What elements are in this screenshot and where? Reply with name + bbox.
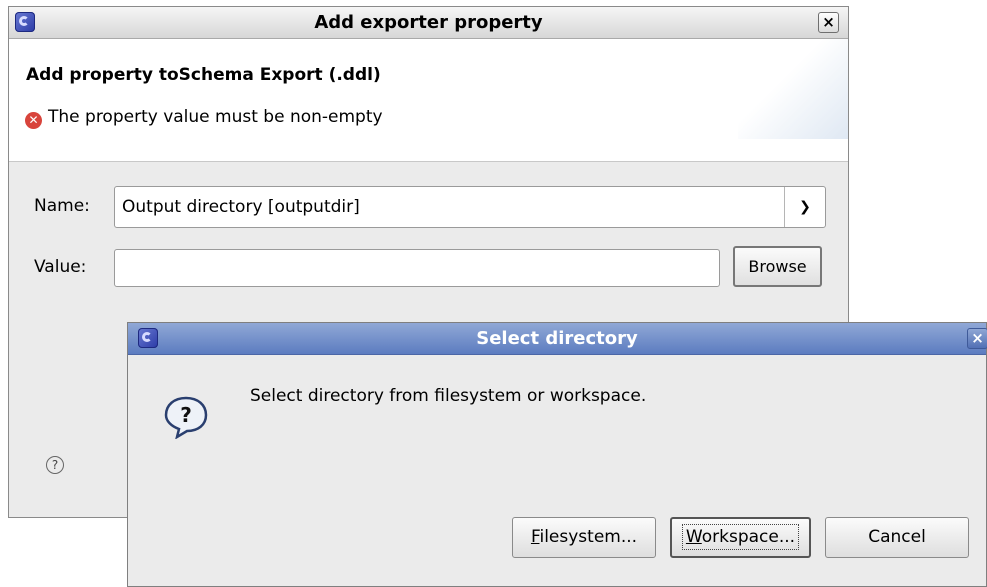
question-icon: ? (164, 396, 208, 439)
chevron-down-icon[interactable]: ❯ (784, 187, 825, 227)
window-title: Add exporter property (314, 12, 543, 33)
cancel-button[interactable]: Cancel (825, 517, 969, 558)
filesystem-label: ilesystem... (539, 527, 638, 547)
name-combo[interactable]: Output directory [outputdir] ❯ (114, 186, 826, 228)
mnemonic-w: W (685, 527, 702, 547)
close-button[interactable]: × (967, 328, 987, 349)
header-banner-graphic (738, 39, 848, 139)
value-label: Value: (34, 257, 87, 277)
close-button[interactable]: × (818, 12, 839, 33)
window-title: Select directory (476, 328, 638, 349)
focus-ring: Workspace... (681, 524, 800, 550)
workspace-button[interactable]: Workspace... (670, 517, 811, 558)
dialog-message: Select directory from filesystem or work… (250, 386, 647, 406)
browse-button[interactable]: Browse (733, 246, 822, 287)
name-label: Name: (34, 196, 90, 216)
error-text: The property value must be non-empty (48, 107, 383, 127)
select-directory-dialog: Select directory × ? Select directory fr… (127, 322, 987, 587)
dialog-header-title: Add property toSchema Export (.ddl) (26, 65, 381, 85)
title-bar[interactable]: Add exporter property × (9, 7, 848, 39)
title-bar[interactable]: Select directory × (128, 323, 987, 355)
svg-text:?: ? (180, 403, 192, 427)
filesystem-button[interactable]: Filesystem... (512, 517, 656, 558)
error-message: ✕ The property value must be non-empty (25, 107, 383, 129)
error-icon: ✕ (25, 112, 42, 129)
dialog-header: Add property toSchema Export (.ddl) ✕ The… (9, 39, 848, 162)
name-combo-value: Output directory [outputdir] (122, 197, 360, 217)
help-icon[interactable]: ? (46, 456, 64, 474)
value-input[interactable] (114, 249, 720, 287)
workspace-label: orkspace... (701, 527, 796, 547)
